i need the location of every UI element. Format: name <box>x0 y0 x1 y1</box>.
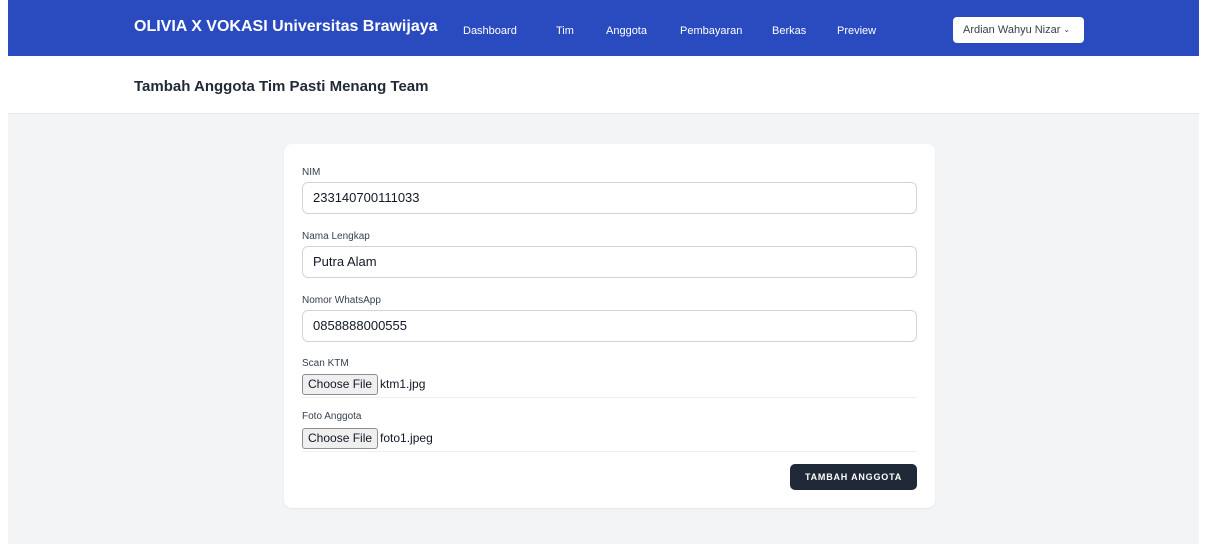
scan-ktm-choose-file-button[interactable]: Choose File <box>302 374 379 395</box>
top-navbar: OLIVIA X VOKASI Universitas Brawijaya Da… <box>8 0 1199 56</box>
scan-ktm-label: Scan KTM <box>302 358 349 369</box>
scan-ktm-file-name: ktm1.jpg <box>380 377 426 391</box>
nav-item-preview[interactable]: Preview <box>837 25 876 37</box>
tambah-anggota-button[interactable]: TAMBAH ANGGOTA <box>790 464 917 490</box>
foto-anggota-file-name: foto1.jpeg <box>380 431 433 445</box>
user-name: Ardian Wahyu Nizar <box>963 24 1061 36</box>
add-member-form: NIM 233140700111033 Nama Lengkap Putra A… <box>284 144 935 508</box>
nomor-whatsapp-input[interactable]: 0858888000555 <box>302 310 917 342</box>
nim-label: NIM <box>302 167 321 178</box>
page-header: Tambah Anggota Tim Pasti Menang Team <box>8 56 1199 114</box>
nomor-whatsapp-label: Nomor WhatsApp <box>302 295 381 306</box>
foto-anggota-choose-file-button[interactable]: Choose File <box>302 428 379 449</box>
app-frame: OLIVIA X VOKASI Universitas Brawijaya Da… <box>8 0 1199 544</box>
scan-ktm-file-input: Choose File ktm1.jpg <box>302 374 917 398</box>
page-title: Tambah Anggota Tim Pasti Menang Team <box>134 78 429 95</box>
nav-item-pembayaran[interactable]: Pembayaran <box>680 25 742 37</box>
nav-item-dashboard[interactable]: Dashboard <box>463 25 517 37</box>
nav-item-tim[interactable]: Tim <box>556 25 574 37</box>
foto-anggota-file-input: Choose File foto1.jpeg <box>302 428 917 452</box>
brand-title[interactable]: OLIVIA X VOKASI Universitas Brawijaya <box>134 18 438 36</box>
foto-anggota-label: Foto Anggota <box>302 411 362 422</box>
user-menu-dropdown[interactable]: Ardian Wahyu Nizar ⌄ <box>953 17 1084 43</box>
nav-item-anggota[interactable]: Anggota <box>606 25 647 37</box>
nama-lengkap-input[interactable]: Putra Alam <box>302 246 917 278</box>
nav-item-berkas[interactable]: Berkas <box>772 25 806 37</box>
nim-input[interactable]: 233140700111033 <box>302 182 917 214</box>
chevron-down-icon: ⌄ <box>1063 25 1071 34</box>
nama-lengkap-label: Nama Lengkap <box>302 231 370 242</box>
